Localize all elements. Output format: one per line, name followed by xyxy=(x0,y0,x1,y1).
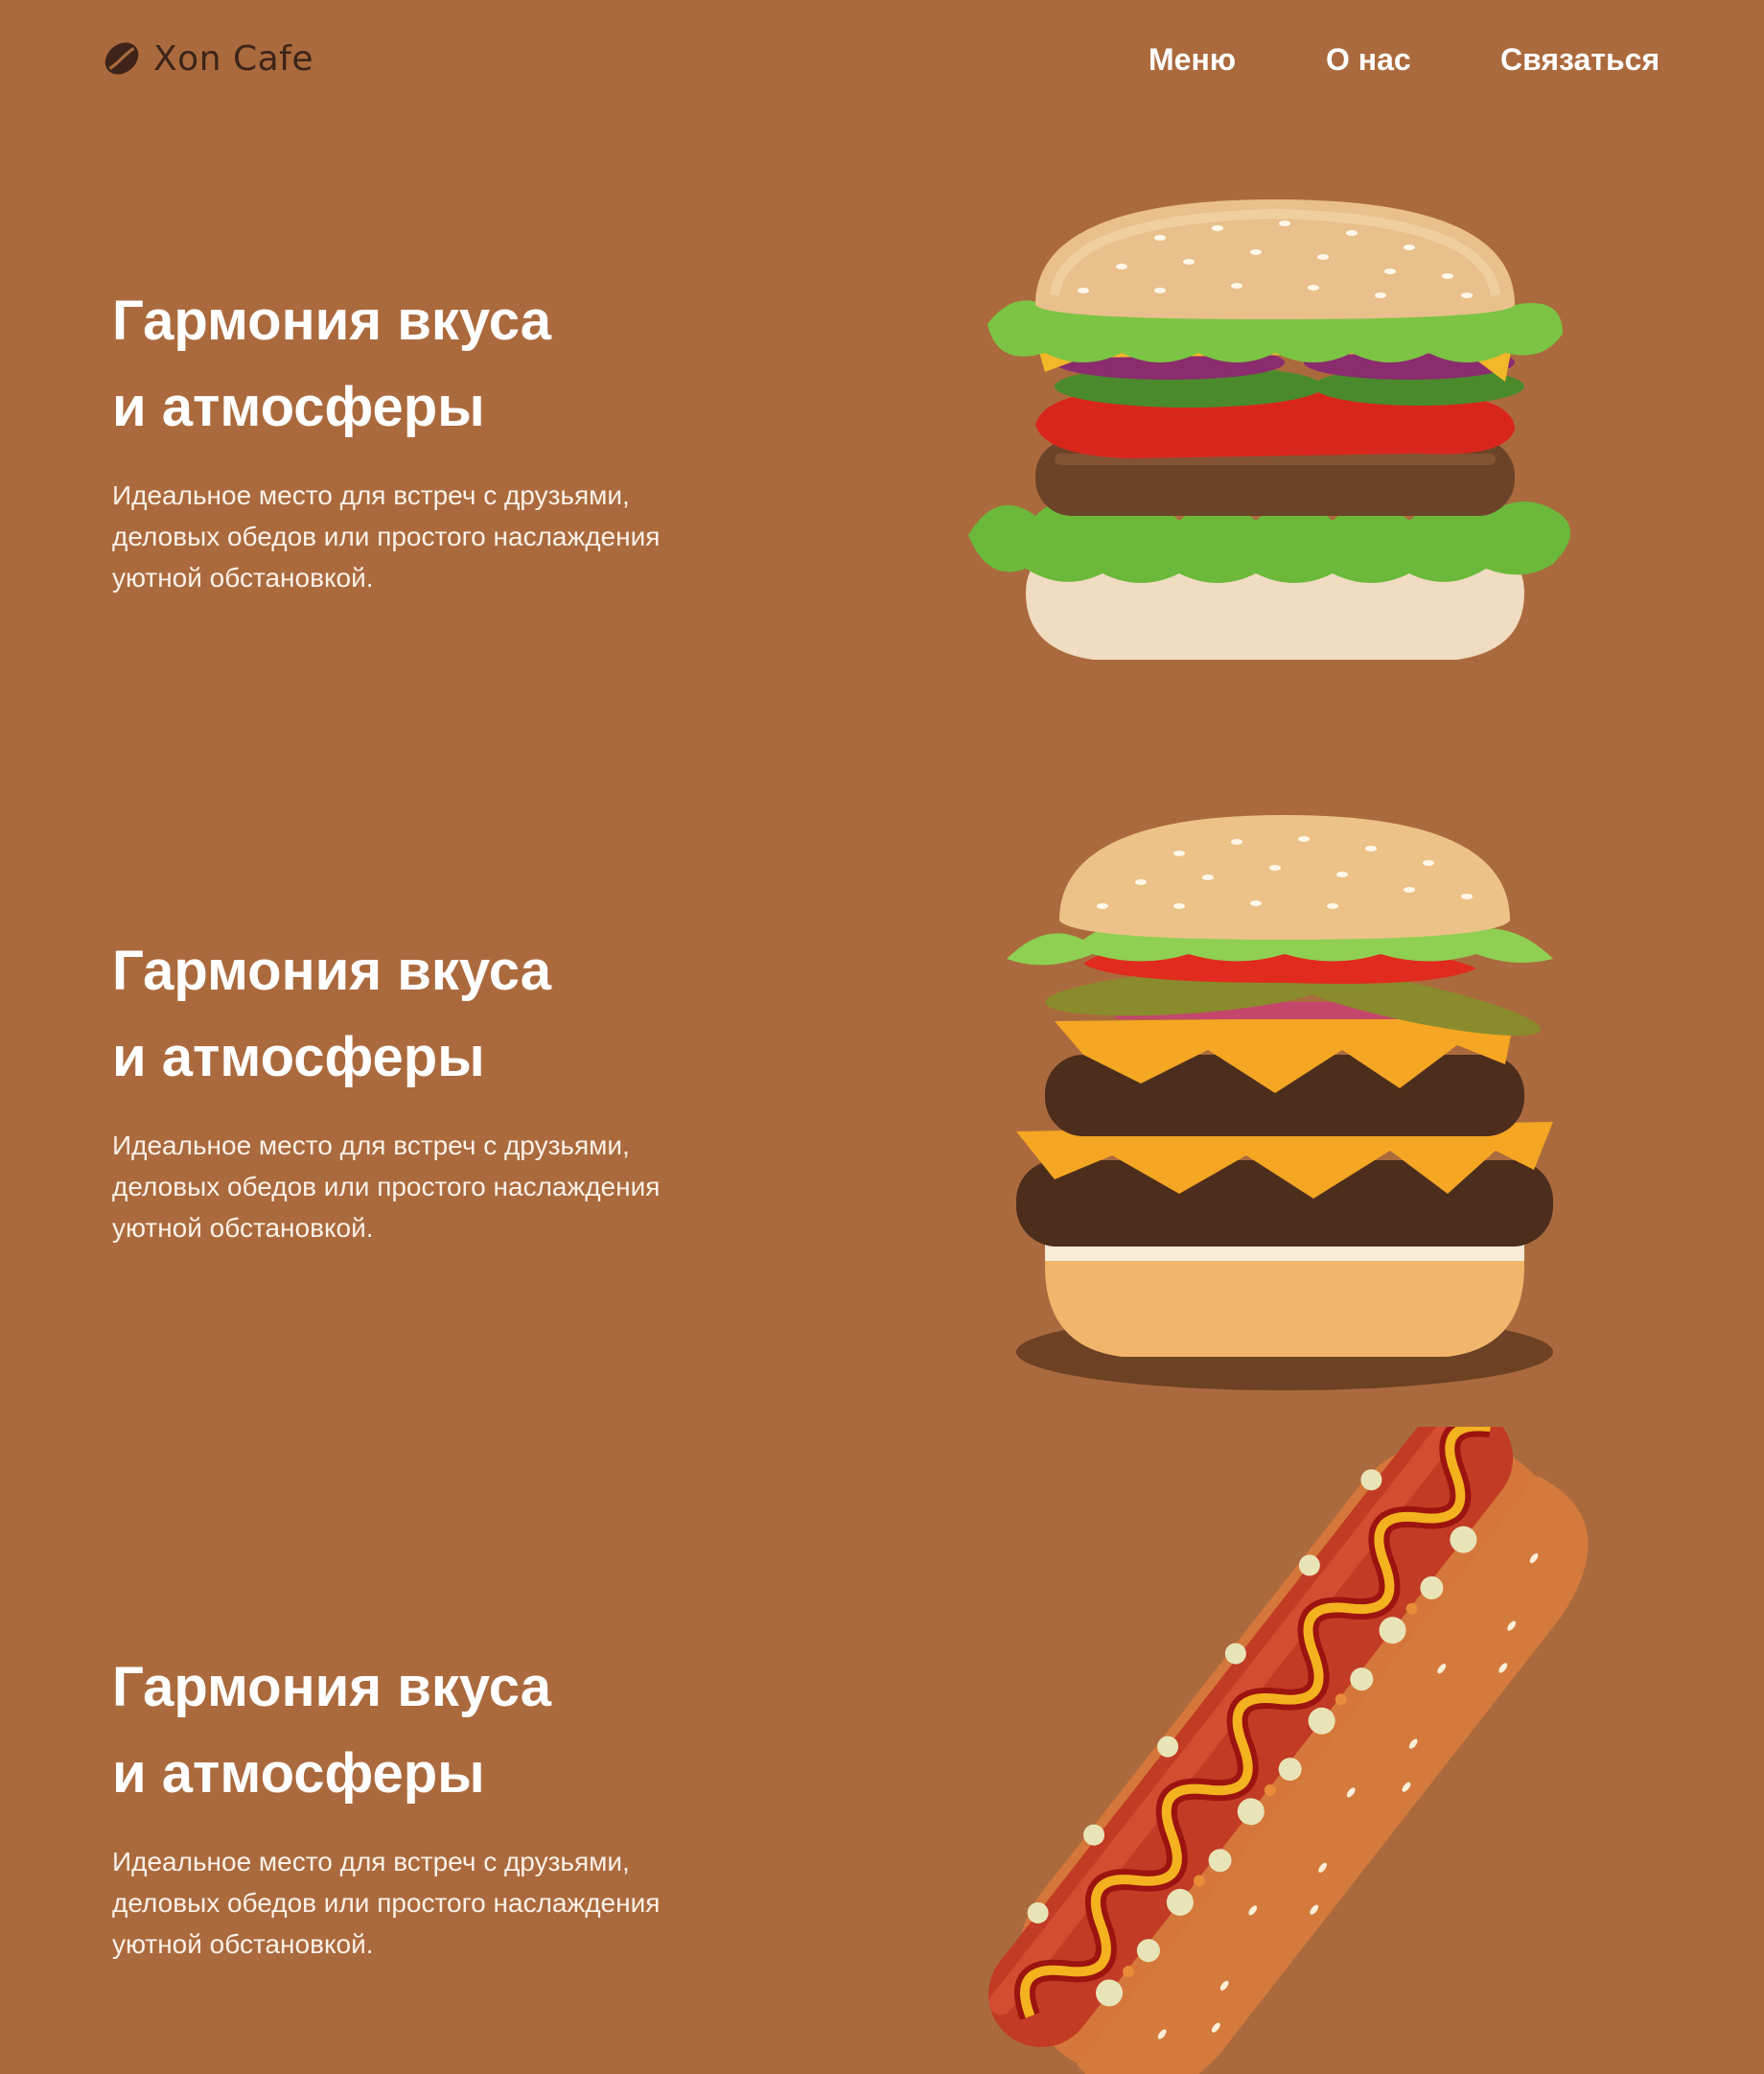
description-line-1: Идеальное место для встреч с друзьями, xyxy=(112,1130,630,1160)
description-line-2: деловых обедов или простого наслаждения xyxy=(112,522,661,551)
hero-section-3: Гармония вкуса и атмосферы Идеальное мес… xyxy=(0,1419,1764,2074)
section-description: Идеальное место для встреч с друзьями, д… xyxy=(112,475,707,598)
section-description: Идеальное место для встреч с друзьями, д… xyxy=(112,1841,707,1965)
section-title-line-2: и атмосферы xyxy=(112,1742,485,1805)
section-title-line-1: Гармония вкуса xyxy=(112,290,551,352)
description-line-2: деловых обедов или простого наслаждения xyxy=(112,1172,661,1201)
section-text: Гармония вкуса и атмосферы Идеальное мес… xyxy=(112,1644,707,1965)
section-text: Гармония вкуса и атмосферы Идеальное мес… xyxy=(112,278,707,598)
section-title: Гармония вкуса и атмосферы xyxy=(112,278,707,451)
section-title-line-2: и атмосферы xyxy=(112,376,485,438)
section-title-line-1: Гармония вкуса xyxy=(112,1656,551,1718)
cheeseburger-image xyxy=(1007,815,1553,1390)
description-line-3: уютной обстановкой. xyxy=(112,1929,374,1959)
description-line-1: Идеальное место для встреч с друзьями, xyxy=(112,1847,630,1876)
hero-section-1: Гармония вкуса и атмосферы Идеальное мес… xyxy=(0,0,1764,767)
burger-image xyxy=(968,199,1570,660)
description-line-3: уютной обстановкой. xyxy=(112,563,374,593)
hero-section-2: Гармония вкуса и атмосферы Идеальное мес… xyxy=(0,767,1764,1419)
description-line-1: Идеальное место для встреч с друзьями, xyxy=(112,480,630,510)
section-title-line-2: и атмосферы xyxy=(112,1026,485,1088)
description-line-2: деловых обедов или простого наслаждения xyxy=(112,1888,661,1918)
section-title: Гармония вкуса и атмосферы xyxy=(112,1644,707,1817)
section-text: Гармония вкуса и атмосферы Идеальное мес… xyxy=(112,928,707,1248)
section-description: Идеальное место для встреч с друзьями, д… xyxy=(112,1125,707,1248)
description-line-3: уютной обстановкой. xyxy=(112,1213,374,1243)
section-title-line-1: Гармония вкуса xyxy=(112,940,551,1002)
section-title: Гармония вкуса и атмосферы xyxy=(112,928,707,1101)
hotdog-image xyxy=(987,1427,1589,2074)
